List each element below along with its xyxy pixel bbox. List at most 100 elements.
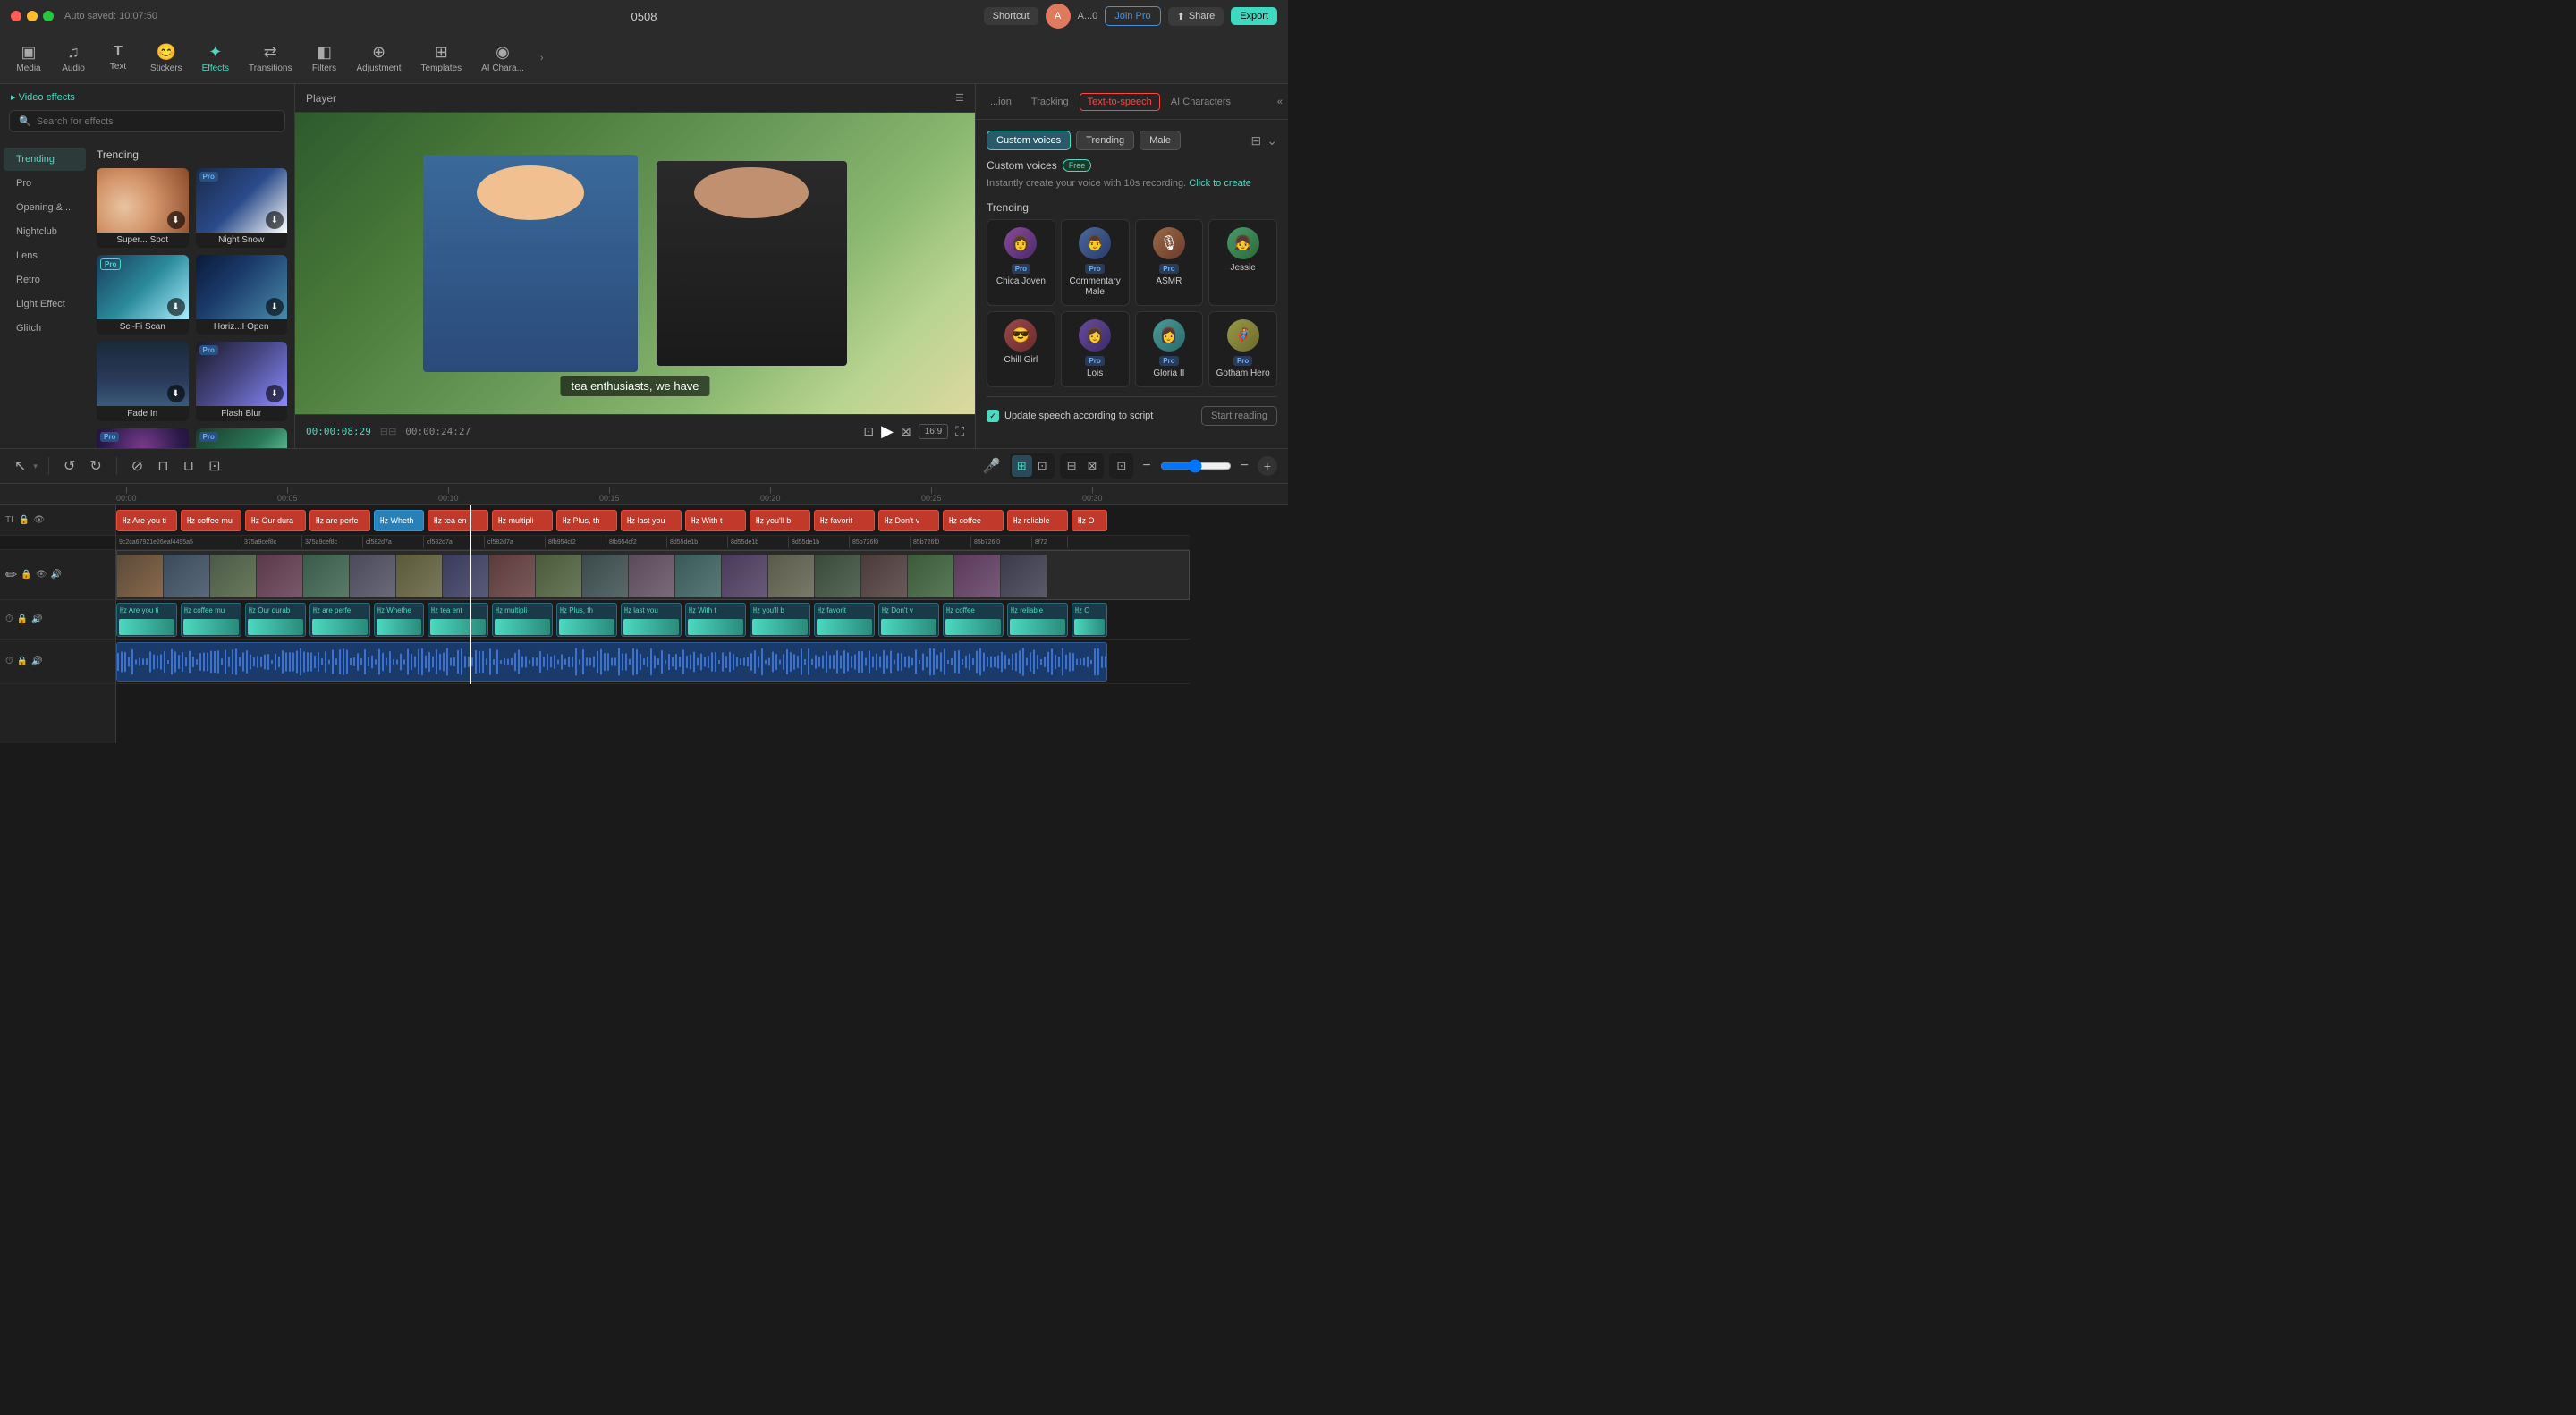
eye-icon[interactable]: 👁 bbox=[33, 515, 45, 525]
download-icon[interactable]: ⬇ bbox=[266, 211, 284, 229]
minimize-button[interactable] bbox=[27, 11, 38, 21]
audio-clip-9[interactable]: ㎐ With t bbox=[685, 603, 746, 637]
view-icon[interactable]: ⊡ bbox=[1111, 455, 1131, 477]
toolbar-adjustment[interactable]: ⊕ Adjustment bbox=[348, 39, 411, 77]
select-tool-dropdown[interactable]: ▾ bbox=[33, 462, 38, 471]
text-clip-2[interactable]: ㎐ Our dura bbox=[245, 510, 306, 531]
voice-chica-joven[interactable]: 👩 Pro Chica Joven bbox=[987, 219, 1055, 306]
zoom-slider[interactable] bbox=[1160, 459, 1232, 473]
cat-nightclub[interactable]: Nightclub bbox=[4, 220, 86, 243]
tab-tracking[interactable]: Tracking bbox=[1022, 93, 1078, 111]
blue-waveform-clip[interactable]: // Generate random waveform bars var bar… bbox=[116, 642, 1107, 682]
text-clip-6[interactable]: ㎐ multipli bbox=[492, 510, 553, 531]
maximize-button[interactable] bbox=[43, 11, 54, 21]
redo-icon[interactable]: ↻ bbox=[86, 453, 105, 479]
text-clip-3[interactable]: ㎐ are perfe bbox=[309, 510, 370, 531]
add-button[interactable]: + bbox=[1258, 456, 1277, 476]
snap-icon[interactable]: ⊞ bbox=[1012, 455, 1032, 477]
download-icon[interactable]: ⬇ bbox=[167, 298, 185, 316]
audio-clip-7[interactable]: ㎐ Plus, th bbox=[556, 603, 617, 637]
effect-super-spot[interactable]: ⬇ Super... Spot bbox=[97, 168, 189, 248]
close-button[interactable] bbox=[11, 11, 21, 21]
share-button[interactable]: ⬆Share bbox=[1168, 7, 1224, 26]
voice-jessie[interactable]: 👧 Jessie bbox=[1208, 219, 1277, 306]
effect-night-snow[interactable]: Pro ⬇ Night Snow bbox=[196, 168, 288, 248]
text-clip-13[interactable]: ㎐ coffee bbox=[943, 510, 1004, 531]
text-clip-7[interactable]: ㎐ Plus, th bbox=[556, 510, 617, 531]
cat-lens[interactable]: Lens bbox=[4, 244, 86, 267]
text-clip-0[interactable]: ㎐ Are you ti bbox=[116, 510, 177, 531]
lock-icon-4[interactable]: 🔒 bbox=[17, 657, 28, 666]
audio-clip-8[interactable]: ㎐ last you bbox=[621, 603, 682, 637]
toolbar-transitions[interactable]: ⇄ Transitions bbox=[240, 39, 301, 77]
toolbar-effects[interactable]: ✦ Effects bbox=[193, 39, 238, 77]
filter-male[interactable]: Male bbox=[1140, 131, 1181, 150]
download-icon[interactable]: ⬇ bbox=[167, 211, 185, 229]
lock-icon-3[interactable]: 🔒 bbox=[17, 614, 28, 624]
audio-clip-10[interactable]: ㎐ you'll b bbox=[750, 603, 810, 637]
text-clip-4[interactable]: ㎐ Wheth bbox=[374, 510, 424, 531]
filter-settings-icon[interactable]: ⊟ bbox=[1251, 133, 1262, 148]
speaker-icon-2[interactable]: 🔊 bbox=[31, 614, 42, 624]
tab-ai-characters[interactable]: AI Characters bbox=[1162, 93, 1240, 111]
export-button[interactable]: Export bbox=[1231, 7, 1277, 25]
toolbar-media[interactable]: ▣ Media bbox=[7, 39, 50, 77]
toolbar-ai-characters[interactable]: ◉ AI Chara... bbox=[472, 39, 533, 77]
effect-glitch-intro[interactable]: Pro ⬇ Glitch Intro bbox=[97, 428, 189, 448]
cat-retro[interactable]: Retro bbox=[4, 268, 86, 292]
filter-expand-icon[interactable]: ⌄ bbox=[1267, 133, 1277, 148]
download-icon[interactable]: ⬇ bbox=[266, 385, 284, 402]
mic-icon[interactable]: 🎤 bbox=[979, 453, 1004, 479]
speaker-icon-3[interactable]: 🔊 bbox=[31, 657, 42, 666]
text-clip-11[interactable]: ㎐ favorit bbox=[814, 510, 875, 531]
audio-clip-11[interactable]: ㎐ favorit bbox=[814, 603, 875, 637]
fullscreen-icon[interactable]: ⛶ bbox=[955, 424, 964, 439]
audio-clip-15[interactable]: ㎐ O bbox=[1072, 603, 1107, 637]
search-effects-bar[interactable]: 🔍 bbox=[9, 110, 285, 132]
text-clip-14[interactable]: ㎐ reliable bbox=[1007, 510, 1068, 531]
tab-text-to-speech[interactable]: Text-to-speech bbox=[1080, 93, 1160, 111]
voice-chill-girl[interactable]: 😎 Chill Girl bbox=[987, 311, 1055, 387]
delete-icon[interactable]: ⊡ bbox=[205, 453, 224, 479]
text-clip-15[interactable]: ㎐ O bbox=[1072, 510, 1107, 531]
cat-light-effect[interactable]: Light Effect bbox=[4, 292, 86, 316]
audio-clip-2[interactable]: ㎐ Our durab bbox=[245, 603, 306, 637]
download-icon[interactable]: ⬇ bbox=[167, 385, 185, 402]
audio-clip-4[interactable]: ㎐ Whethe bbox=[374, 603, 424, 637]
voice-asmr[interactable]: 🎙 Pro ASMR bbox=[1135, 219, 1204, 306]
audio-clip-0[interactable]: ㎐ Are you ti bbox=[116, 603, 177, 637]
toolbar-filters[interactable]: ◧ Filters bbox=[303, 39, 346, 77]
shortcut-button[interactable]: Shortcut bbox=[984, 7, 1038, 25]
text-clip-10[interactable]: ㎐ you'll b bbox=[750, 510, 810, 531]
audio-clip-5[interactable]: ㎐ tea ent bbox=[428, 603, 488, 637]
cat-opening[interactable]: Opening &... bbox=[4, 196, 86, 219]
toolbar-more-icon[interactable]: › bbox=[537, 49, 547, 67]
tab-caption[interactable]: ...ion bbox=[981, 93, 1021, 111]
undo-icon[interactable]: ↺ bbox=[60, 453, 79, 479]
voice-gloria-ii[interactable]: 👩 Pro Gloria II bbox=[1135, 311, 1204, 387]
toolbar-templates[interactable]: ⊞ Templates bbox=[412, 39, 471, 77]
audio-clip-14[interactable]: ㎐ reliable bbox=[1007, 603, 1068, 637]
zoom-out-icon[interactable]: − bbox=[1139, 454, 1154, 478]
screenshot-icon[interactable]: ⊡ bbox=[863, 424, 874, 439]
audio-clip-12[interactable]: ㎐ Don't v bbox=[878, 603, 939, 637]
audio-clip-3[interactable]: ㎐ are perfe bbox=[309, 603, 370, 637]
split-down-icon[interactable]: ⊔ bbox=[180, 453, 198, 479]
toolbar-stickers[interactable]: 😊 Stickers bbox=[141, 39, 191, 77]
effect-flash-blur[interactable]: Pro ⬇ Flash Blur bbox=[196, 342, 288, 421]
filter-trending[interactable]: Trending bbox=[1076, 131, 1134, 150]
player-menu-icon[interactable]: ☰ bbox=[955, 92, 964, 104]
split-icon[interactable]: ⊘ bbox=[128, 453, 147, 479]
text-clip-9[interactable]: ㎐ With t bbox=[685, 510, 746, 531]
split-up-icon[interactable]: ⊓ bbox=[154, 453, 172, 479]
fit-icon[interactable]: ⊠ bbox=[901, 424, 911, 439]
select-tool-icon[interactable]: ↖ bbox=[11, 453, 30, 479]
cat-trending[interactable]: Trending bbox=[4, 148, 86, 171]
effect-fade-in[interactable]: ⬇ Fade In bbox=[97, 342, 189, 421]
lock-icon-2[interactable]: 🔒 bbox=[21, 570, 31, 580]
effect-sci-fi-scan[interactable]: Pro ⬇ Sci-Fi Scan bbox=[97, 255, 189, 335]
voice-gotham-hero[interactable]: 🦸 Pro Gotham Hero bbox=[1208, 311, 1277, 387]
eye-icon-2[interactable]: 👁 bbox=[36, 570, 47, 580]
unlink-icon[interactable]: ⊠ bbox=[1082, 455, 1103, 477]
toolbar-text[interactable]: T Text bbox=[97, 40, 140, 75]
